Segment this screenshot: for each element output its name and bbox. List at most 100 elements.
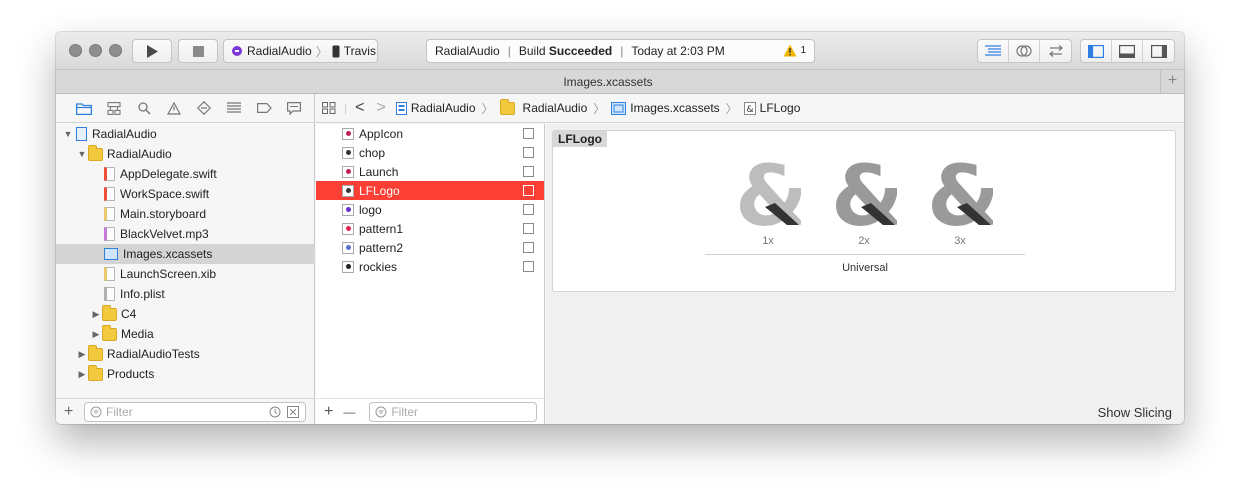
asset-filter-field[interactable]: Filter [369,401,538,422]
iphone-icon [332,45,340,57]
asset-status-box [523,147,534,158]
standard-editor-button[interactable] [978,40,1009,62]
xcode-window: RadialAudio 〉 Travis RadialAudio | Build… [56,32,1184,424]
scale-label-1x: 1x [762,235,774,247]
report-navigator-tab[interactable] [281,98,307,118]
related-items-icon[interactable] [322,102,336,114]
new-tab-button[interactable]: + [1160,70,1184,94]
assistant-editor-icon [1016,45,1032,57]
navigator-item[interactable]: ▶ Products [56,364,315,384]
navigator-filter-placeholder: Filter [106,404,133,419]
navigator-item-label: LaunchScreen.xib [120,267,217,281]
asset-item[interactable]: Launch [316,162,544,181]
asset-item-label: AppIcon [359,126,404,141]
warning-count: 1 [800,45,806,56]
minimize-window-button[interactable] [89,44,102,57]
disclosure-expanded-icon[interactable]: ▼ [62,129,74,139]
add-file-button[interactable]: + [64,403,84,421]
navigator-item[interactable]: ▶ RadialAudioTests [56,344,315,364]
tab-bar: Images.xcassets + [56,70,1184,94]
asset-item[interactable]: logo [316,200,544,219]
image-slot-2x[interactable]: & [831,157,897,233]
navigator-selector-bar [56,94,314,123]
disclosure-collapsed-icon[interactable]: ▶ [76,349,88,360]
navigator-item[interactable]: ▼ RadialAudio [56,144,315,164]
asset-item[interactable]: rockies [316,257,544,276]
folder-icon [102,304,117,321]
breadcrumb-separator-icon: 〉 [725,101,738,116]
navigator-footer: + Filter [56,398,315,424]
breadcrumb-asset[interactable]: & LFLogo [743,101,800,115]
tab-title[interactable]: Images.xcassets [56,75,1160,89]
toggle-navigator-button[interactable] [1081,40,1112,62]
navigator-item[interactable]: WorkSpace.swift [56,184,315,204]
assistant-editor-button[interactable] [1009,40,1040,62]
navigator-item-label: Main.storyboard [120,207,207,221]
folder-icon [88,364,103,381]
navigator-item-label: C4 [121,307,137,321]
toggle-utilities-button[interactable] [1143,40,1174,62]
gauge-list-icon [227,102,241,113]
navigator-item[interactable]: ▼ RadialAudio [56,124,315,144]
swift-file-icon [104,187,115,201]
recent-files-icon[interactable] [269,406,281,418]
scale-label-3x: 3x [954,235,966,247]
breakpoint-navigator-tab[interactable] [251,98,277,118]
navigator-item[interactable]: Info.plist [56,284,315,304]
project-navigator-tab[interactable] [71,98,97,118]
navigator-item[interactable]: Main.storyboard [56,204,315,224]
navigator-item-label: Media [121,327,154,341]
issue-navigator-tab[interactable] [161,98,187,118]
forward-button[interactable]: > [376,99,385,117]
show-slicing-button[interactable]: Show Slicing [1098,405,1172,420]
navigator-item[interactable]: LaunchScreen.xib [56,264,315,284]
run-button[interactable] [132,39,172,63]
zoom-window-button[interactable] [109,44,122,57]
toggle-debug-area-button[interactable] [1112,40,1143,62]
disclosure-collapsed-icon[interactable]: ▶ [90,329,102,340]
breadcrumb-project-label: RadialAudio [410,101,476,115]
scheme-selector[interactable]: RadialAudio 〉 Travis [223,39,378,63]
image-slot-1x[interactable]: & [735,157,801,233]
close-window-button[interactable] [69,44,82,57]
back-button[interactable]: < [355,99,364,117]
breakpoint-icon [256,103,272,113]
breadcrumb-group[interactable]: RadialAudio [499,98,587,115]
add-asset-button[interactable]: + [324,403,333,421]
version-editor-button[interactable] [1040,40,1071,62]
asset-item[interactable]: pattern2 [316,238,544,257]
breadcrumb-separator-icon: 〉 [481,101,494,116]
remove-asset-button[interactable]: — [343,405,355,419]
asset-item-label: Launch [359,164,399,179]
symbol-navigator-tab[interactable] [101,98,127,118]
stop-button[interactable] [178,39,218,63]
disclosure-collapsed-icon[interactable]: ▶ [90,309,102,320]
asset-item[interactable]: LFLogo [316,181,544,200]
source-control-filter-icon[interactable] [287,405,299,418]
project-navigator: ▼ RadialAudio ▼ RadialAudio AppDelegate.swif… [56,94,315,424]
navigator-item[interactable]: AppDelegate.swift [56,164,315,184]
asset-status-box [523,223,534,234]
asset-list-footer: + — Filter [316,398,545,424]
find-navigator-tab[interactable] [131,98,157,118]
debug-navigator-tab[interactable] [221,98,247,118]
image-slot-3x[interactable]: & [927,157,993,233]
asset-item[interactable]: AppIcon [316,124,544,143]
navigator-filter-field[interactable]: Filter [84,401,306,422]
navigator-item[interactable]: Images.xcassets [56,244,315,264]
asset-item[interactable]: chop [316,143,544,162]
asset-thumbnail-icon [342,146,354,159]
test-navigator-tab[interactable] [191,98,217,118]
navigator-item[interactable]: ▶ C4 [56,304,315,324]
warning-indicator[interactable]: 1 [783,44,806,57]
asset-item[interactable]: pattern1 [316,219,544,238]
swift-file-icon [104,167,115,181]
image-set-title[interactable]: LFLogo [553,131,607,147]
navigator-item[interactable]: BlackVelvet.mp3 [56,224,315,244]
stop-icon [192,45,204,57]
breadcrumb-catalog[interactable]: Images.xcassets [611,101,720,115]
disclosure-expanded-icon[interactable]: ▼ [76,149,88,159]
disclosure-collapsed-icon[interactable]: ▶ [76,369,88,380]
breadcrumb-project[interactable]: RadialAudio [395,101,476,115]
navigator-item[interactable]: ▶ Media [56,324,315,344]
